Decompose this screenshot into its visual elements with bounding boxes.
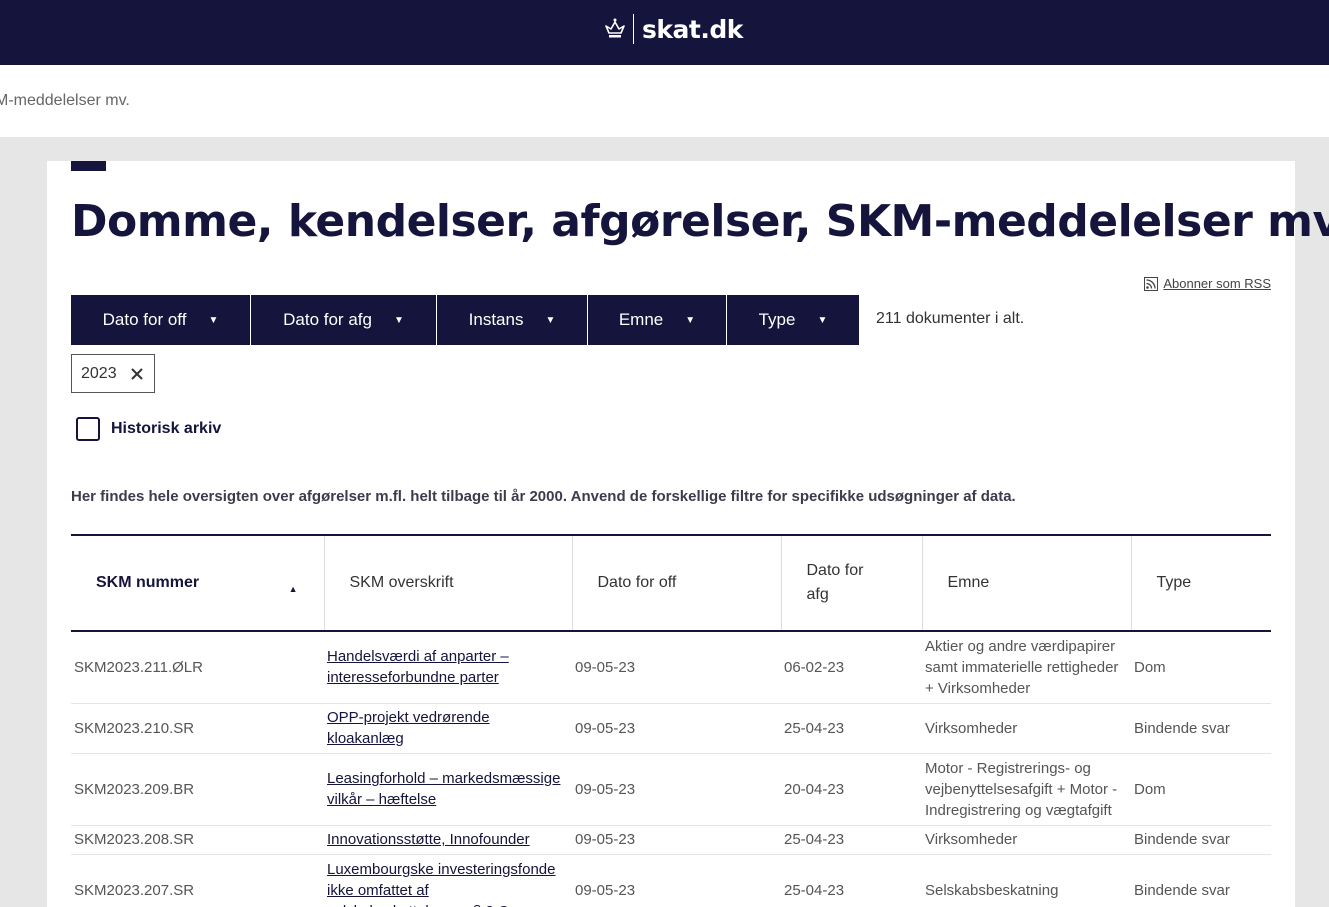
cell-date-afg: 25-04-23 <box>781 854 922 907</box>
checkbox[interactable] <box>76 417 100 441</box>
caret-down-icon: ▼ <box>685 314 696 326</box>
brand-name: skat.dk <box>642 14 743 44</box>
filter-label: Type <box>758 310 796 329</box>
chip-label: 2023 <box>81 364 117 382</box>
cell-date-afg: 06-02-23 <box>781 631 922 704</box>
cell-type: Bindende svar <box>1131 854 1271 907</box>
cell-subject: Motor - Registrerings- og vejbenyttelses… <box>922 753 1131 826</box>
table-header-row: SKM nummer ▲ SKM overskrift Dato for off … <box>71 535 1271 631</box>
column-header-type[interactable]: Type <box>1131 535 1271 631</box>
rss-label[interactable]: Abonner som RSS <box>1163 276 1271 291</box>
cell-date-afg: 20-04-23 <box>781 753 922 826</box>
cell-type: Dom <box>1131 753 1271 826</box>
cell-title: Handelsværdi af anparter – interesseforb… <box>324 631 572 704</box>
table-row: SKM2023.211.ØLR Handelsværdi af anparter… <box>71 631 1271 704</box>
cell-type: Bindende svar <box>1131 703 1271 754</box>
cell-skm-number: SKM2023.207.SR <box>71 854 324 907</box>
active-filter-chip[interactable]: 2023 <box>71 354 155 393</box>
results-table: SKM nummer ▲ SKM overskrift Dato for off … <box>71 534 1271 907</box>
filter-label: Dato for off <box>102 310 187 329</box>
cell-skm-number: SKM2023.211.ØLR <box>71 631 324 704</box>
cell-date-afg: 25-04-23 <box>781 703 922 754</box>
main-card: Domme, kendelser, afgørelser, SKM-meddel… <box>47 161 1329 907</box>
filter-label: Emne <box>618 310 664 329</box>
filter-emne[interactable]: Emne ▼ <box>588 295 727 345</box>
column-header-emne[interactable]: Emne <box>922 535 1132 631</box>
skat-logo[interactable]: skat.dk <box>603 13 743 45</box>
cell-date-off: 09-05-23 <box>572 753 781 826</box>
cell-skm-number: SKM2023.209.BR <box>71 753 324 826</box>
page-title: Domme, kendelser, afgørelser, SKM-meddel… <box>71 196 1329 247</box>
cell-date-off: 09-05-23 <box>572 703 781 754</box>
document-count: 211 dokumenter i alt. <box>876 310 1025 327</box>
cell-subject: Aktier og andre værdipapirer samt immate… <box>922 631 1131 704</box>
breadcrumb-bar: M-meddelelser mv. <box>0 65 1329 137</box>
cell-date-off: 09-05-23 <box>572 825 781 855</box>
table-row: SKM2023.210.SR OPP-projekt vedrørende kl… <box>71 703 1271 754</box>
breadcrumb[interactable]: M-meddelelser mv. <box>0 92 130 110</box>
checkbox-label: Historisk arkiv <box>111 420 222 437</box>
row-title-link[interactable]: Handelsværdi af anparter – interesseforb… <box>327 648 509 686</box>
filter-dato-for-off[interactable]: Dato for off ▼ <box>71 295 251 345</box>
filter-label: Dato for afg <box>283 310 372 329</box>
top-bar: skat.dk <box>0 0 1329 65</box>
caret-down-icon: ▼ <box>208 314 219 326</box>
cell-subject: Selskabsbeskatning <box>922 854 1131 907</box>
column-header-skm-nummer[interactable]: SKM nummer ▲ <box>71 535 325 631</box>
table-row: SKM2023.207.SR Luxembourgske investering… <box>71 854 1271 907</box>
row-title-link[interactable]: Leasingforhold – markedsmæssige vilkår –… <box>327 770 560 808</box>
title-accent <box>71 161 106 171</box>
cell-subject: Virksomheder <box>922 825 1131 855</box>
filter-label: Instans <box>468 310 524 329</box>
intro-text: Her findes hele oversigten over afgørels… <box>71 488 1016 505</box>
cell-type: Dom <box>1131 631 1271 704</box>
caret-down-icon: ▼ <box>393 314 404 326</box>
row-title-link[interactable]: Luxembourgske investeringsfonde ikke omf… <box>327 861 555 907</box>
row-title-link[interactable]: OPP-projekt vedrørende kloakanlæg <box>327 709 490 747</box>
table-row: SKM2023.208.SR Innovationsstøtte, Innofo… <box>71 825 1271 855</box>
cell-subject: Virksomheder <box>922 703 1131 754</box>
close-icon[interactable] <box>129 366 145 382</box>
cell-date-off: 09-05-23 <box>572 631 781 704</box>
historic-archive-checkbox[interactable]: Historisk arkiv <box>76 417 221 441</box>
column-header-skm-overskrift[interactable]: SKM overskrift <box>324 535 573 631</box>
crown-icon <box>605 18 625 38</box>
column-header-dato-for-off[interactable]: Dato for off <box>572 535 782 631</box>
column-header-dato-for-afg[interactable]: Dato for afg <box>781 535 923 631</box>
sort-asc-icon: ▲ <box>288 584 298 594</box>
filter-instans[interactable]: Instans ▼ <box>437 295 588 345</box>
cell-title: Leasingforhold – markedsmæssige vilkår –… <box>324 753 572 826</box>
row-title-link[interactable]: Innovationsstøtte, Innofounder <box>327 831 530 848</box>
rss-icon <box>1144 276 1159 291</box>
cell-skm-number: SKM2023.208.SR <box>71 825 324 855</box>
filter-dato-for-afg[interactable]: Dato for afg ▼ <box>251 295 437 345</box>
cell-skm-number: SKM2023.210.SR <box>71 703 324 754</box>
cell-title: Luxembourgske investeringsfonde ikke omf… <box>324 854 572 907</box>
caret-down-icon: ▼ <box>817 314 828 326</box>
caret-down-icon: ▼ <box>545 314 556 326</box>
filter-bar: Dato for off ▼ Dato for afg ▼ Instans ▼ Emn… <box>71 295 859 345</box>
cell-title: Innovationsstøtte, Innofounder <box>324 825 572 855</box>
cell-type: Bindende svar <box>1131 825 1271 855</box>
cell-date-off: 09-05-23 <box>572 854 781 907</box>
filter-type[interactable]: Type ▼ <box>727 295 859 345</box>
table-row: SKM2023.209.BR Leasingforhold – markedsm… <box>71 753 1271 826</box>
cell-title: OPP-projekt vedrørende kloakanlæg <box>324 703 572 754</box>
cell-date-afg: 25-04-23 <box>781 825 922 855</box>
rss-link[interactable]: Abonner som RSS <box>1144 276 1271 291</box>
logo-divider <box>633 14 634 44</box>
